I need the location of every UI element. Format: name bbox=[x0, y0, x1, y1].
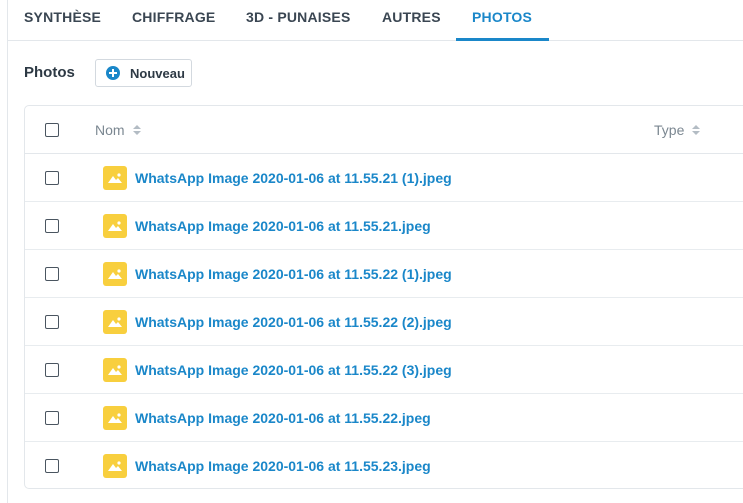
tab-synthese[interactable]: SYNTHÈSE bbox=[24, 0, 101, 41]
tab-3d-punaises[interactable]: 3D - PUNAISES bbox=[246, 0, 351, 41]
image-file-icon bbox=[103, 406, 127, 430]
image-file-icon bbox=[103, 454, 127, 478]
image-file-icon bbox=[103, 262, 127, 286]
table-row: WhatsApp Image 2020-01-06 at 11.55.22.jp… bbox=[25, 394, 743, 442]
sort-icon bbox=[692, 125, 701, 135]
image-file-icon bbox=[103, 166, 127, 190]
tab-chiffrage[interactable]: CHIFFRAGE bbox=[132, 0, 215, 41]
column-header-type-label: Type bbox=[654, 122, 685, 138]
column-header-name-label: Nom bbox=[95, 122, 125, 138]
table-row: WhatsApp Image 2020-01-06 at 11.55.22 (1… bbox=[25, 250, 743, 298]
file-name-link[interactable]: WhatsApp Image 2020-01-06 at 11.55.22 (1… bbox=[135, 266, 452, 282]
table-header: Nom Type bbox=[25, 106, 743, 154]
row-checkbox[interactable] bbox=[45, 219, 59, 233]
active-tab-indicator bbox=[456, 38, 549, 41]
file-name-link[interactable]: WhatsApp Image 2020-01-06 at 11.55.21 (1… bbox=[135, 170, 452, 186]
row-checkbox[interactable] bbox=[45, 267, 59, 281]
section-title: Photos bbox=[24, 64, 75, 81]
row-checkbox[interactable] bbox=[45, 315, 59, 329]
new-button[interactable]: Nouveau bbox=[95, 59, 192, 87]
row-checkbox[interactable] bbox=[45, 363, 59, 377]
row-checkbox[interactable] bbox=[45, 459, 59, 473]
tab-autres[interactable]: AUTRES bbox=[382, 0, 441, 41]
sort-icon bbox=[132, 125, 141, 135]
page: SYNTHÈSE CHIFFRAGE 3D - PUNAISES AUTRES … bbox=[0, 0, 743, 503]
plus-circle-icon bbox=[106, 66, 120, 80]
image-file-icon bbox=[103, 310, 127, 334]
file-name-link[interactable]: WhatsApp Image 2020-01-06 at 11.55.21.jp… bbox=[135, 218, 431, 234]
left-divider bbox=[7, 0, 8, 503]
column-header-type[interactable]: Type bbox=[654, 122, 701, 138]
select-all-checkbox[interactable] bbox=[45, 123, 59, 137]
tab-bar: SYNTHÈSE CHIFFRAGE 3D - PUNAISES AUTRES … bbox=[7, 0, 743, 41]
table-row: WhatsApp Image 2020-01-06 at 11.55.21.jp… bbox=[25, 202, 743, 250]
table-row: WhatsApp Image 2020-01-06 at 11.55.22 (3… bbox=[25, 346, 743, 394]
image-file-icon bbox=[103, 358, 127, 382]
file-name-link[interactable]: WhatsApp Image 2020-01-06 at 11.55.22 (3… bbox=[135, 362, 452, 378]
row-checkbox[interactable] bbox=[45, 411, 59, 425]
file-name-link[interactable]: WhatsApp Image 2020-01-06 at 11.55.23.jp… bbox=[135, 458, 431, 474]
table-row: WhatsApp Image 2020-01-06 at 11.55.22 (2… bbox=[25, 298, 743, 346]
column-header-name[interactable]: Nom bbox=[95, 122, 141, 138]
file-name-link[interactable]: WhatsApp Image 2020-01-06 at 11.55.22 (2… bbox=[135, 314, 452, 330]
files-table: Nom Type WhatsApp Image 2020-01-06 at 11… bbox=[24, 105, 743, 489]
table-row: WhatsApp Image 2020-01-06 at 11.55.21 (1… bbox=[25, 154, 743, 202]
table-row: WhatsApp Image 2020-01-06 at 11.55.23.jp… bbox=[25, 442, 743, 488]
file-name-link[interactable]: WhatsApp Image 2020-01-06 at 11.55.22.jp… bbox=[135, 410, 431, 426]
new-button-label: Nouveau bbox=[130, 65, 185, 81]
image-file-icon bbox=[103, 214, 127, 238]
row-checkbox[interactable] bbox=[45, 171, 59, 185]
tab-photos[interactable]: PHOTOS bbox=[472, 0, 532, 41]
